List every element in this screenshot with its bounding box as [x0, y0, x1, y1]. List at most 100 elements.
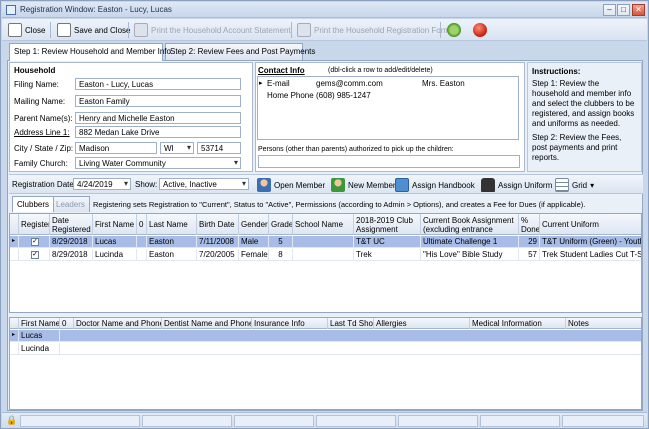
table-row[interactable]: ▸ ✓ 8/29/2018 Lucas Easton 7/11/2008 Mal…: [10, 236, 641, 248]
header-medical-info[interactable]: Medical Information: [470, 318, 566, 329]
header-med-first-name[interactable]: First Name: [19, 318, 60, 329]
show-filter-dropdown[interactable]: Active, Inactive: [159, 178, 249, 190]
status-bar: 🔒: [2, 412, 647, 428]
contact-type: Home Phone: [267, 91, 314, 100]
registration-date-picker[interactable]: 4/24/2019: [73, 178, 131, 190]
instructions-panel: Instructions: Step 1: Review the househo…: [527, 62, 642, 172]
table-row[interactable]: ✓ 8/29/2018 Lucinda Easton 7/20/2005 Fem…: [10, 249, 641, 261]
header-current-uniform[interactable]: Current Uniform: [540, 214, 641, 235]
header-register[interactable]: Register: [19, 214, 50, 235]
table-row[interactable]: Lucinda: [10, 343, 641, 355]
registration-date-label: Registration Date:: [12, 180, 77, 189]
table-row[interactable]: ▸ Lucas: [10, 330, 641, 342]
header-club-assignment[interactable]: 2018-2019 Club Assignment: [354, 214, 421, 235]
city-state-zip-label: City / State / Zip:: [14, 144, 74, 153]
status-panel: [316, 415, 396, 427]
new-member-button[interactable]: New Member: [328, 176, 399, 194]
print-statement-label: Print the Household Account Statement: [151, 25, 291, 35]
city-field[interactable]: Madison: [75, 142, 157, 154]
assign-uniform-button[interactable]: Assign Uniform: [478, 176, 555, 194]
header-last-td-shot[interactable]: Last Td Shot: [328, 318, 374, 329]
status-panel: [142, 415, 232, 427]
header-birth-date[interactable]: Birth Date: [197, 214, 239, 235]
percent-done-cell: 57: [519, 249, 540, 261]
school-cell: [293, 249, 354, 261]
med-first-name-cell: Lucinda: [19, 343, 60, 355]
contact-title[interactable]: Contact Info: [258, 66, 305, 75]
open-member-label: Open Member: [274, 180, 326, 190]
header-gender[interactable]: Gender: [239, 214, 269, 235]
print-registration-button[interactable]: Print the Household Registration Form: [294, 21, 453, 39]
header-dentist[interactable]: Dentist Name and Phone: [162, 318, 252, 329]
register-checkbox[interactable]: ✓: [31, 251, 39, 259]
refresh-button[interactable]: [444, 21, 464, 39]
header-first-name[interactable]: First Name: [93, 214, 137, 235]
pushpin-icon: [473, 23, 487, 37]
family-church-dropdown[interactable]: Living Water Community: [75, 157, 241, 169]
state-dropdown[interactable]: WI: [160, 142, 194, 154]
header-book-assignment[interactable]: Current Book Assignment (excluding entra…: [421, 214, 519, 235]
household-panel: Household Filing Name: Easton - Lucy, Lu…: [9, 62, 253, 172]
close-window-button[interactable]: ✕: [632, 4, 645, 16]
filing-name-field[interactable]: Easton - Lucy, Lucas: [75, 78, 241, 90]
members-grid-header: Register Date Registered First Name 0 La…: [10, 214, 641, 235]
refresh-icon: [447, 23, 461, 37]
contact-row[interactable]: Home Phone (608) 985-1247: [258, 90, 518, 102]
minimize-button[interactable]: –: [603, 4, 616, 16]
maximize-button[interactable]: □: [617, 4, 630, 16]
school-cell: [293, 236, 354, 248]
registration-note: Registering sets Registration to "Curren…: [93, 200, 586, 209]
birth-date-cell: 7/20/2005: [197, 249, 239, 261]
instructions-step2: Step 2: Review the Fees, post payments a…: [532, 133, 622, 162]
family-church-label: Family Church:: [14, 159, 68, 168]
header-last-name[interactable]: Last Name: [147, 214, 197, 235]
contact-row[interactable]: ▸ E-mail gems@comm.com Mrs. Easton: [258, 78, 518, 90]
instructions-title: Instructions:: [532, 67, 581, 76]
header-notes[interactable]: Notes: [566, 318, 641, 329]
person-icon: [257, 178, 271, 192]
close-button[interactable]: Close: [5, 21, 48, 39]
tab-clubbers[interactable]: Clubbers: [12, 196, 55, 212]
pin-button[interactable]: [470, 21, 490, 39]
header-allergies[interactable]: Allergies: [374, 318, 470, 329]
grade-cell: 5: [269, 236, 293, 248]
pickup-field[interactable]: [258, 155, 520, 168]
mailing-name-field[interactable]: Easton Family: [75, 95, 241, 107]
header-zero[interactable]: 0: [137, 214, 147, 235]
toolbar: Close Save and Close Print the Household…: [2, 19, 647, 41]
tab-step1[interactable]: Step 1: Review Household and Member Info: [9, 43, 171, 61]
tab-step2[interactable]: Step 2: Review Fees and Post Payments: [165, 43, 315, 60]
percent-done-cell: 29: [519, 236, 540, 248]
pickup-label: Persons (other than parents) authorized …: [258, 146, 454, 153]
parent-name-field[interactable]: Henry and Michelle Easton: [75, 112, 241, 124]
app-icon: [6, 5, 16, 15]
open-member-button[interactable]: Open Member: [254, 176, 328, 194]
club-assignment-cell: T&T UC: [354, 236, 421, 248]
register-cell: ✓: [19, 249, 50, 261]
header-grade[interactable]: Grade: [269, 214, 293, 235]
registration-window: Registration Window: Easton - Lucy, Luca…: [0, 0, 649, 429]
header-med-zero[interactable]: 0: [60, 318, 74, 329]
address-label[interactable]: Address Line 1:: [14, 128, 70, 137]
mailing-name-label: Mailing Name:: [14, 97, 66, 106]
print-statement-button[interactable]: Print the Household Account Statement: [131, 21, 294, 39]
handbook-icon: [395, 178, 409, 192]
zip-field[interactable]: 53714: [197, 142, 241, 154]
grid-menu-button[interactable]: Grid ▾: [552, 176, 597, 194]
header-percent-done[interactable]: % Done: [519, 214, 540, 235]
header-date-registered[interactable]: Date Registered: [50, 214, 93, 235]
contact-name: Mrs. Easton: [422, 79, 465, 88]
row-indicator: [10, 343, 19, 355]
save-close-button[interactable]: Save and Close: [54, 21, 133, 39]
address-field[interactable]: 882 Medan Lake Drive: [75, 126, 241, 138]
header-insurance[interactable]: Insurance Info: [252, 318, 328, 329]
zero-cell: [137, 236, 147, 248]
register-checkbox[interactable]: ✓: [31, 238, 39, 246]
print-registration-label: Print the Household Registration Form: [314, 25, 451, 35]
first-name-cell: Lucinda: [93, 249, 137, 261]
header-doctor[interactable]: Doctor Name and Phone: [74, 318, 162, 329]
tab-leaders[interactable]: Leaders: [51, 196, 90, 212]
header-school-name[interactable]: School Name: [293, 214, 354, 235]
grade-cell: 8: [269, 249, 293, 261]
assign-handbook-button[interactable]: Assign Handbook: [392, 176, 478, 194]
